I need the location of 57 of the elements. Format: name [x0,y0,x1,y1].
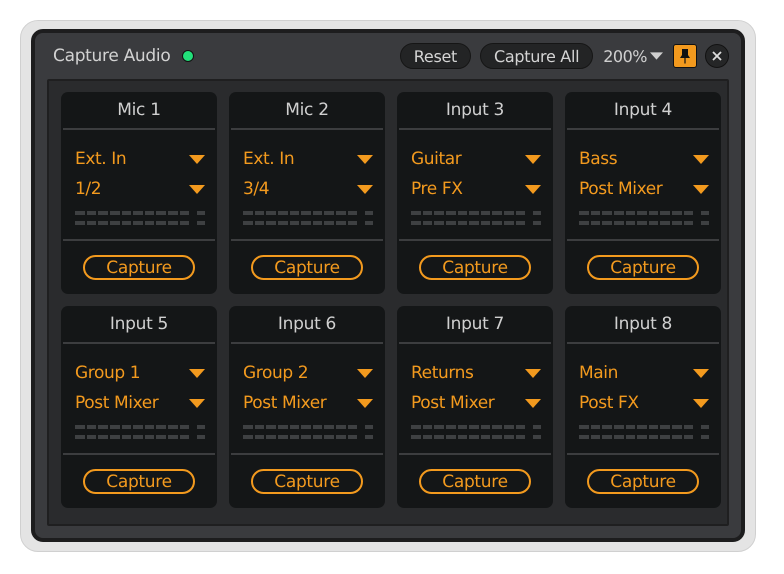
source-dropdown[interactable]: Ext. In [75,144,205,174]
zoom-dropdown[interactable]: 200% [601,46,665,66]
capture-button[interactable]: Capture [419,469,531,494]
caret-icon [525,398,541,408]
capture-all-button[interactable]: Capture All [480,43,594,69]
capture-button[interactable]: Capture [251,469,363,494]
capture-button[interactable]: Capture [419,255,531,280]
caret-icon [357,368,373,378]
caret-icon [525,368,541,378]
capture-button[interactable]: Capture [83,255,195,280]
channel-name: Input 8 [612,313,674,336]
tap-dropdown[interactable]: Post Mixer [243,388,373,418]
tap-dropdown[interactable]: Post FX [579,388,709,418]
close-icon [712,51,722,61]
caret-icon [357,184,373,194]
caret-icon [189,184,205,194]
tap-dropdown[interactable]: Post Mixer [579,174,709,204]
source-dropdown[interactable]: Bass [579,144,709,174]
capture-button[interactable]: Capture [587,255,699,280]
reset-button[interactable]: Reset [400,43,471,69]
channel-name: Input 5 [108,313,170,336]
tap-dropdown[interactable]: Post Mixer [75,388,205,418]
caret-icon [693,398,709,408]
caret-icon [189,368,205,378]
source-dropdown[interactable]: Main [579,358,709,388]
channel-name: Input 4 [612,99,674,122]
source-dropdown[interactable]: Group 2 [243,358,373,388]
caret-icon [650,52,663,60]
channel-name: Mic 2 [284,99,330,122]
channel-name: Mic 1 [116,99,162,122]
window-title: Capture Audio [53,46,170,66]
channel-name: Input 3 [444,99,506,122]
channel-name: Input 7 [444,313,506,336]
source-dropdown[interactable]: Ext. In [243,144,373,174]
tap-dropdown[interactable]: Post Mixer [411,388,541,418]
capture-button[interactable]: Capture [83,469,195,494]
tap-dropdown[interactable]: Pre FX [411,174,541,204]
capture-button[interactable]: Capture [251,255,363,280]
tap-dropdown[interactable]: 1/2 [75,174,205,204]
source-dropdown[interactable]: Guitar [411,144,541,174]
caret-icon [357,154,373,164]
pin-button[interactable] [673,44,697,68]
source-dropdown[interactable]: Group 1 [75,358,205,388]
caret-icon [525,184,541,194]
caret-icon [693,368,709,378]
channel-name: Input 6 [276,313,338,336]
caret-icon [189,398,205,408]
close-button[interactable] [705,44,729,68]
caret-icon [525,154,541,164]
source-dropdown[interactable]: Returns [411,358,541,388]
caret-icon [189,154,205,164]
capture-button[interactable]: Capture [587,469,699,494]
caret-icon [693,154,709,164]
caret-icon [357,398,373,408]
tap-dropdown[interactable]: 3/4 [243,174,373,204]
pin-icon [679,48,691,64]
caret-icon [693,184,709,194]
